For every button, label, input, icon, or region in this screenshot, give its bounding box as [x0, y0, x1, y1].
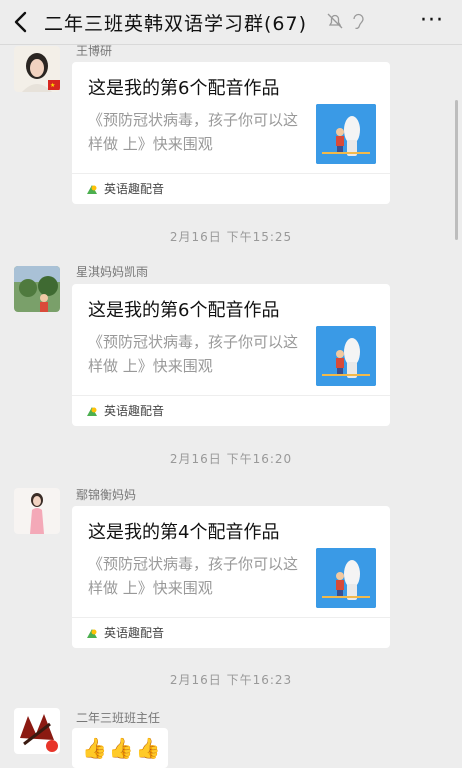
card-description: 《预防冠状病毒，孩子你可以这样做 上》快来围观	[88, 111, 299, 153]
text-message-bubble[interactable]: 👍👍👍	[72, 728, 168, 768]
app-logo-icon	[87, 185, 97, 194]
thumbs-up-emoji: 👍👍👍	[82, 736, 163, 760]
svg-text:★: ★	[50, 82, 55, 89]
earpiece-mode-icon	[353, 13, 364, 30]
share-card[interactable]: 这是我的第4个配音作品 《预防冠状病毒，孩子你可以这样做 上》快来围观 英语趣配…	[72, 506, 390, 648]
video-thumbnail	[316, 548, 376, 608]
card-description: 《预防冠状病毒，孩子你可以这样做 上》快来围观	[88, 555, 299, 597]
avatar-wang-boyan[interactable]: ★	[14, 46, 60, 92]
scrollbar[interactable]	[455, 100, 458, 240]
share-card[interactable]: 这是我的第6个配音作品 《预防冠状病毒，孩子你可以这样做 上》快来围观 英语趣配…	[72, 62, 390, 204]
sender-name: 星淇妈妈凯雨	[76, 265, 149, 279]
chat-header: 二年三班英韩双语学习群(67) ···	[0, 0, 462, 45]
video-thumbnail	[316, 104, 376, 164]
app-logo-icon	[87, 407, 97, 416]
card-title: 这是我的第6个配音作品	[88, 300, 280, 321]
mute-bell-icon	[327, 13, 343, 29]
source-app-name: 英语趣配音	[104, 404, 165, 418]
card-source: 英语趣配音	[72, 395, 390, 426]
back-arrow-icon[interactable]	[10, 8, 34, 36]
timestamp: 2月16日 下午16:20	[169, 452, 293, 466]
card-title: 这是我的第4个配音作品	[88, 522, 280, 543]
more-options-button[interactable]: ···	[420, 8, 444, 33]
app-logo-icon	[87, 629, 97, 638]
card-source: 英语趣配音	[72, 173, 390, 204]
avatar-class-teacher[interactable]	[14, 708, 60, 754]
source-app-name: 英语趣配音	[104, 182, 165, 196]
card-description: 《预防冠状病毒，孩子你可以这样做 上》快来围观	[88, 333, 299, 375]
timestamp: 2月16日 下午15:25	[169, 230, 293, 244]
sender-name: 王博研	[76, 44, 113, 58]
video-thumbnail	[316, 326, 376, 386]
card-source: 英语趣配音	[72, 617, 390, 648]
timestamp: 2月16日 下午16:23	[169, 673, 293, 687]
source-app-name: 英语趣配音	[104, 626, 165, 640]
avatar-xingqi-mom[interactable]	[14, 266, 60, 312]
card-title: 这是我的第6个配音作品	[88, 78, 280, 99]
sender-name: 二年三班班主任	[76, 711, 161, 725]
chat-title: 二年三班英韩双语学习群(67)	[44, 13, 308, 35]
sender-name: 鄢锦衡妈妈	[76, 488, 137, 502]
avatar-yan-jinheng-mom[interactable]	[14, 488, 60, 534]
share-card[interactable]: 这是我的第6个配音作品 《预防冠状病毒，孩子你可以这样做 上》快来围观 英语趣配…	[72, 284, 390, 426]
